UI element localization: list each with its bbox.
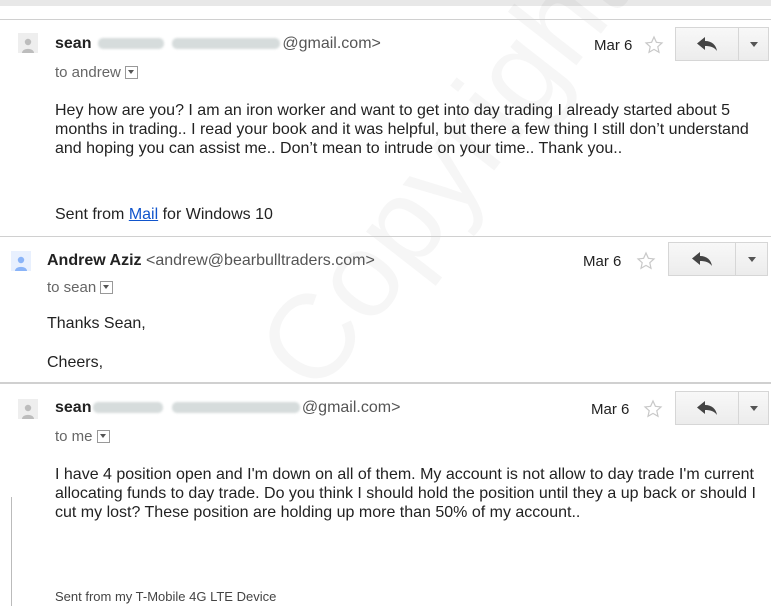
recipient-line[interactable]: to me (55, 428, 110, 445)
avatar[interactable] (11, 251, 31, 271)
sender[interactable]: sean @gmail.com> (55, 399, 400, 417)
recipient: to andrew (55, 64, 121, 81)
signature-text: for Windows 10 (158, 206, 273, 223)
sender[interactable]: sean @gmail.com> (55, 35, 381, 53)
recipient: to sean (47, 279, 97, 296)
top-border (0, 0, 771, 6)
sender-name: sean (55, 399, 92, 416)
message-body: I have 4 position open and I'm down on a… (55, 466, 756, 521)
message-greeting: Thanks Sean, (47, 315, 146, 332)
message-closing: Cheers, (47, 354, 104, 371)
star-icon[interactable] (644, 35, 664, 55)
avatar[interactable] (18, 399, 38, 419)
reply-arrow-icon (697, 401, 717, 415)
more-options-button[interactable] (739, 391, 769, 425)
star-icon[interactable] (643, 399, 663, 419)
message-body: Hey how are you? I am an iron worker and… (55, 102, 749, 157)
reply-button[interactable] (675, 391, 739, 425)
quote-line (11, 497, 12, 606)
redacted-text (171, 402, 300, 414)
person-icon (22, 38, 34, 53)
chevron-down-icon (749, 41, 758, 47)
person-icon (22, 404, 34, 419)
redacted-text (93, 402, 164, 414)
chevron-down-icon (749, 405, 758, 411)
chevron-down-icon (747, 256, 756, 262)
more-options-button[interactable] (739, 27, 769, 61)
details-dropdown-icon[interactable] (96, 429, 110, 443)
recipient: to me (55, 428, 93, 445)
reply-arrow-icon (697, 37, 717, 51)
message-divider (0, 19, 771, 20)
sender-email: @gmail.com> (282, 35, 381, 52)
details-dropdown-icon[interactable] (124, 65, 138, 79)
sender-email: @gmail.com> (301, 399, 401, 416)
sender[interactable]: Andrew Aziz <andrew@bearbulltraders.com> (47, 252, 375, 270)
reply-button[interactable] (668, 242, 736, 276)
message-divider (0, 382, 771, 384)
more-options-button[interactable] (736, 242, 768, 276)
signature-text: Sent from (55, 206, 129, 223)
sender-name: sean (55, 35, 92, 52)
details-dropdown-icon[interactable] (100, 280, 114, 294)
recipient-line[interactable]: to andrew (55, 64, 138, 81)
signature: Sent from my T-Mobile 4G LTE Device (55, 589, 277, 604)
redacted-text (97, 38, 164, 50)
mail-link[interactable]: Mail (129, 206, 158, 223)
message-date: Mar 6 (583, 253, 622, 270)
message-date: Mar 6 (594, 37, 633, 54)
sender-email: <andrew@bearbulltraders.com> (145, 252, 375, 269)
reply-arrow-icon (692, 252, 712, 266)
person-icon (15, 256, 27, 271)
message-divider (0, 236, 771, 237)
reply-button[interactable] (675, 27, 739, 61)
sender-name: Andrew Aziz (47, 252, 142, 269)
watermark: Copyright - Andrew (230, 0, 771, 415)
signature: Sent from Mail for Windows 10 (55, 206, 273, 224)
avatar[interactable] (18, 33, 38, 53)
message-date: Mar 6 (591, 401, 630, 418)
star-icon[interactable] (636, 251, 656, 271)
redacted-text (172, 38, 281, 50)
recipient-line[interactable]: to sean (47, 279, 114, 296)
